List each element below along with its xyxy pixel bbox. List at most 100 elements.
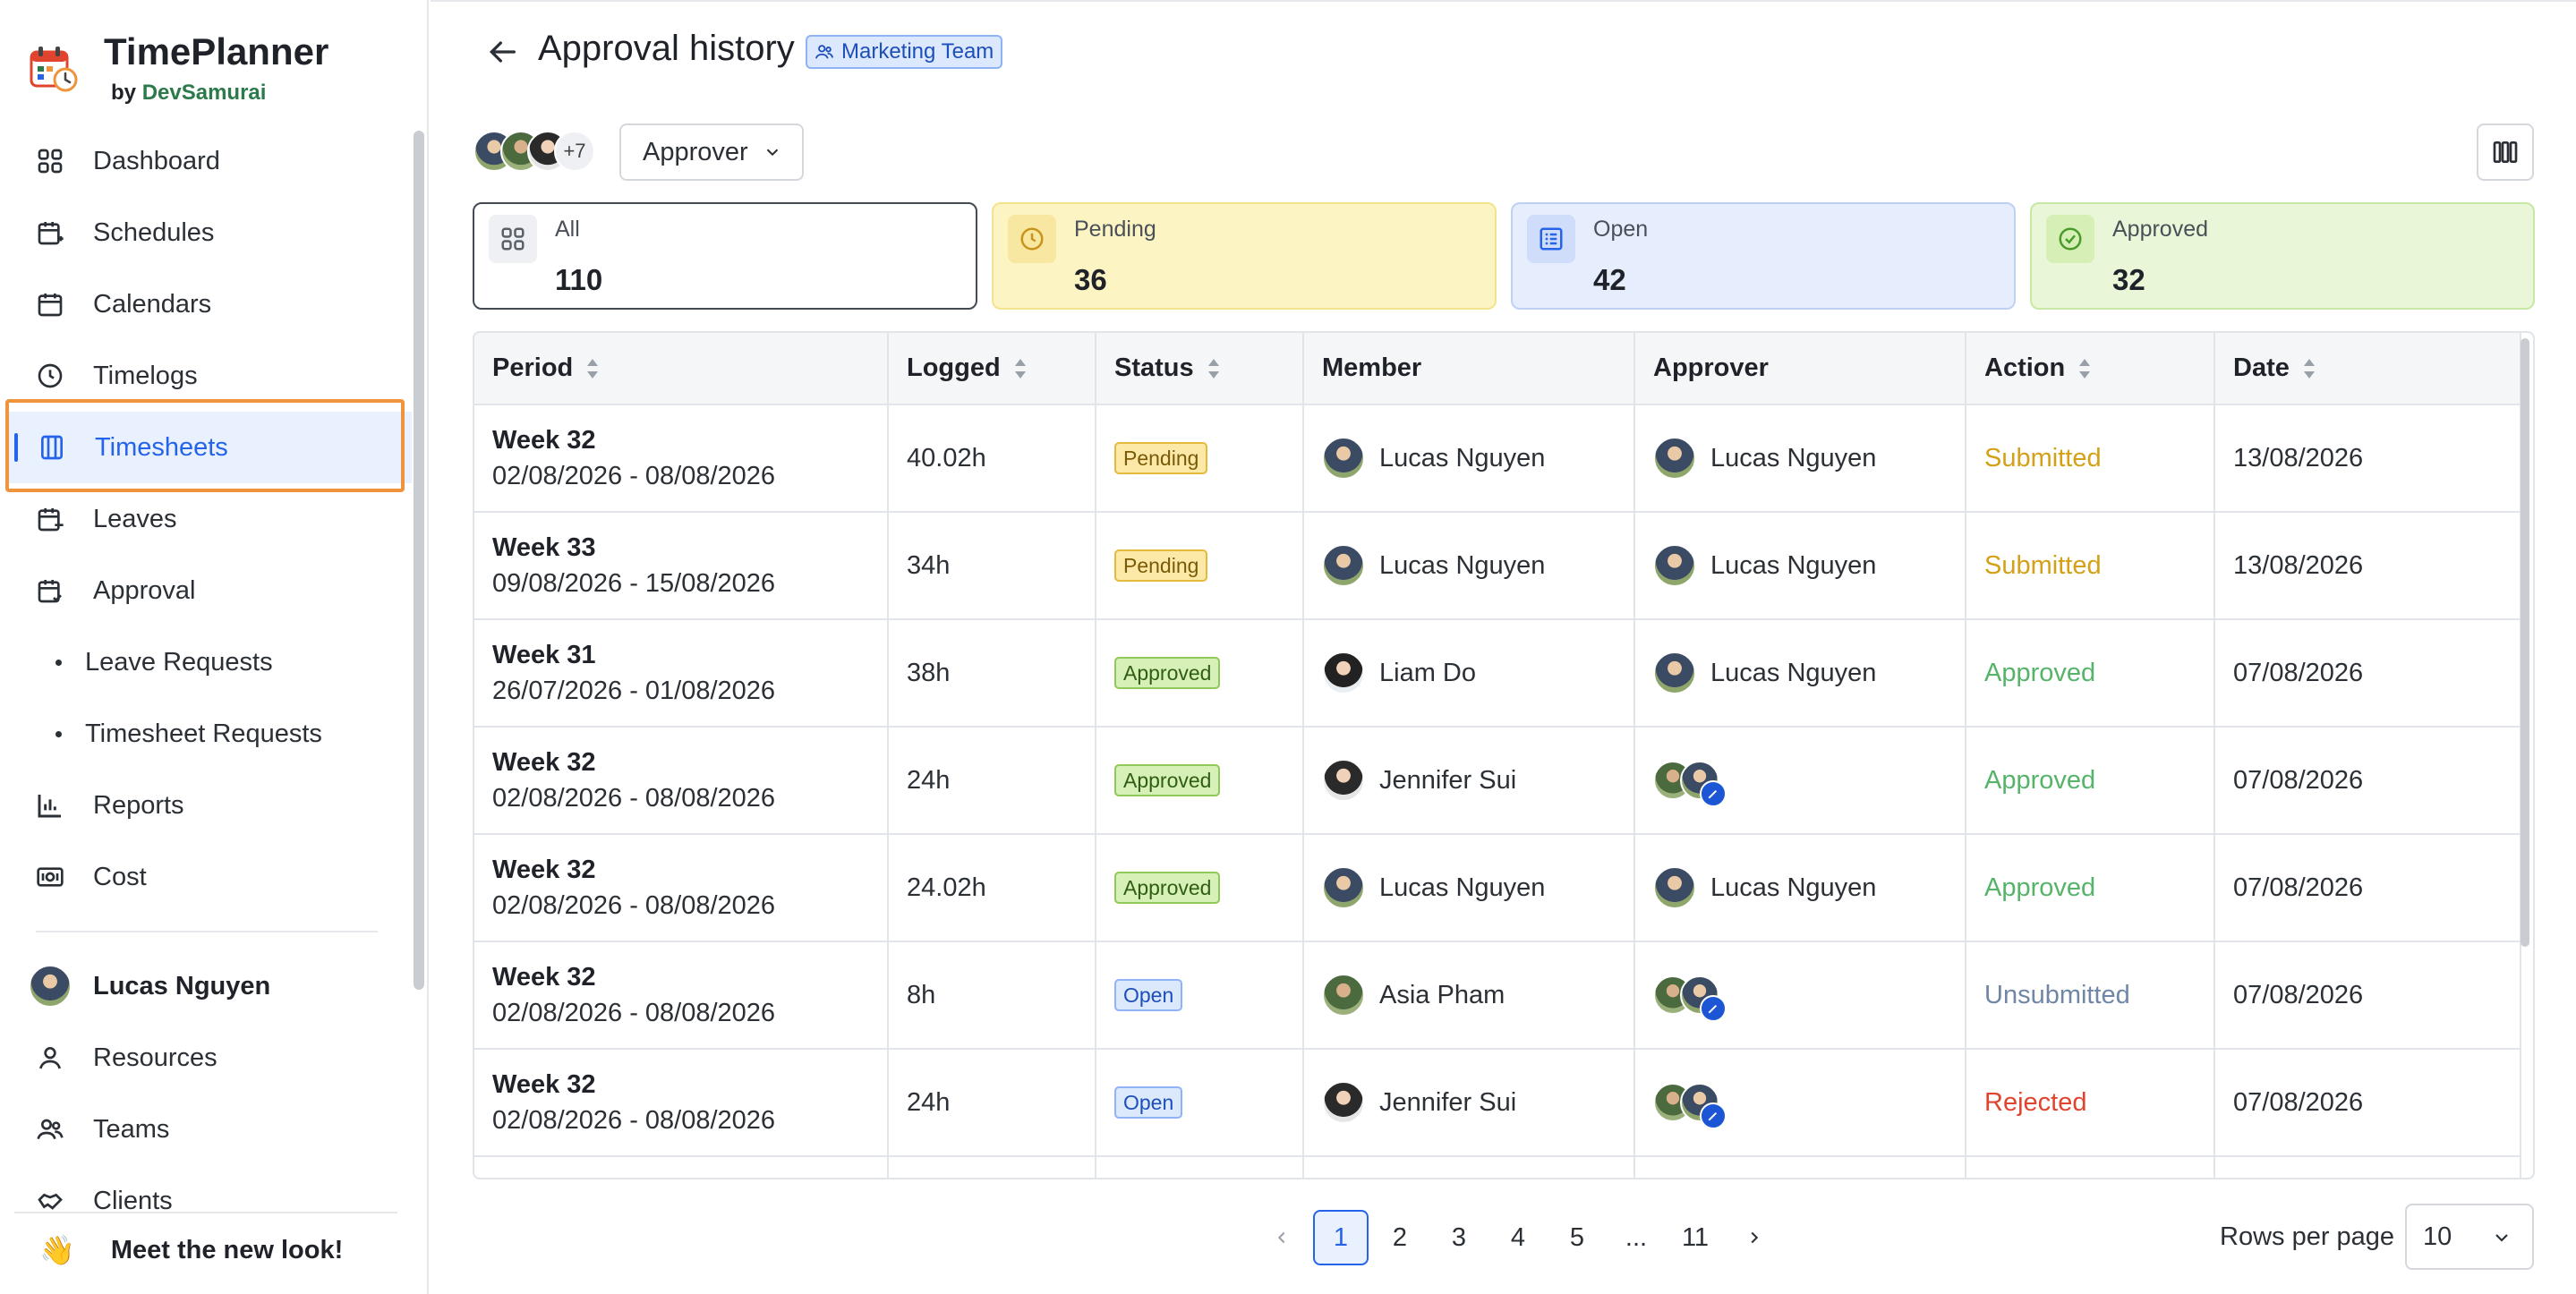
table-row[interactable]: Week 33 09/08/2026 - 15/08/2026 34h Pendi…: [474, 512, 2521, 620]
card-open[interactable]: Open 42: [1511, 202, 2016, 310]
sidebar-item-label: Approval: [93, 575, 196, 605]
column-header-status[interactable]: Status: [1096, 333, 1304, 405]
team-badge: Marketing Team: [806, 35, 1003, 69]
approver-filter-label: Approver: [643, 137, 748, 166]
chevron-right-icon: [1751, 1231, 1759, 1244]
logged-cell: 40.02h: [888, 404, 1096, 513]
card-approved[interactable]: Approved 32: [2030, 202, 2535, 310]
status-badge: Open: [1114, 1086, 1183, 1119]
status-cell: Approved: [1096, 619, 1304, 728]
new-look-banner[interactable]: 👋 Meet the new look!: [39, 1233, 343, 1267]
avatar: [1322, 974, 1365, 1017]
rows-per-page-select[interactable]: 10: [2405, 1204, 2534, 1270]
bullet-icon: [55, 659, 62, 666]
sidebar: TimePlanner by DevSamurai Dashboard Sche…: [0, 0, 429, 1294]
sidebar-item-teams[interactable]: Teams: [0, 1094, 421, 1165]
leave-icon: [34, 503, 66, 535]
next-page-button[interactable]: [1727, 1210, 1782, 1265]
sidebar-item-label: Dashboard: [93, 146, 220, 175]
period-cell: Week 32 02/08/2026 - 08/08/2026: [474, 834, 889, 942]
sidebar-item-label: Cost: [93, 862, 147, 891]
sidebar-item-resources[interactable]: Resources: [0, 1022, 421, 1094]
member-cell: Lucas Nguyen: [1303, 834, 1635, 942]
sidebar-item-cost[interactable]: Cost: [0, 841, 421, 913]
period-cell: Week 32 02/08/2026 - 08/08/2026: [474, 404, 889, 513]
status-summary-cards: All 110 Pending 36 Open 42 Approved 32: [473, 202, 2535, 310]
rows-per-page-label: Rows per page: [2220, 1222, 2395, 1251]
approver-avatars: [1653, 755, 1734, 807]
status-badge: Open: [1114, 979, 1183, 1011]
approver-filter-dropdown[interactable]: Approver: [619, 123, 804, 181]
sort-icon: [2303, 359, 2315, 379]
sidebar-user[interactable]: Lucas Nguyen: [0, 950, 421, 1022]
column-header-logged[interactable]: Logged: [888, 333, 1096, 405]
page-2-button[interactable]: 2: [1372, 1210, 1428, 1265]
sidebar-item-approval[interactable]: Approval: [0, 555, 421, 626]
card-all[interactable]: All 110: [473, 202, 977, 310]
action-cell: Approved: [1966, 727, 2215, 835]
sort-icon: [2079, 359, 2091, 379]
sidebar-item-timesheets[interactable]: Timesheets: [9, 412, 412, 483]
column-header-label: Approver: [1653, 353, 1769, 382]
sidebar-item-timesheet-requests[interactable]: Timesheet Requests: [0, 698, 421, 770]
sidebar-item-label: Leaves: [93, 504, 177, 533]
column-header-action[interactable]: Action: [1966, 333, 2215, 405]
logged-cell: 34h: [888, 512, 1096, 620]
sidebar-user-nav: Lucas Nguyen Resources Teams Clients: [0, 950, 421, 1237]
team-icon: [815, 45, 834, 59]
sidebar-item-dashboard[interactable]: Dashboard: [0, 125, 421, 197]
timesheet-icon: [36, 431, 68, 464]
sidebar-item-label: Leave Requests: [85, 647, 273, 677]
new-look-text: Meet the new look!: [110, 1235, 344, 1264]
sidebar-item-timelogs[interactable]: Timelogs: [0, 340, 421, 412]
sidebar-item-leave-requests[interactable]: Leave Requests: [0, 626, 421, 698]
logged-cell: 24h: [888, 1049, 1096, 1157]
approver-cell: [1634, 727, 1966, 835]
week-label: Week 32: [492, 856, 596, 884]
action-cell: [1966, 1156, 2215, 1178]
table-row[interactable]: Week 31 26/07/2026 - 01/08/2026 38h Appro…: [474, 619, 2521, 728]
column-settings-button[interactable]: [2477, 123, 2534, 181]
member-cell: Jennifer Sui: [1303, 727, 1635, 835]
date-cell: 13/08/2026: [2214, 512, 2521, 620]
table-row[interactable]: Week 32 02/08/2026 - 08/08/2026 24h Appro…: [474, 727, 2521, 835]
user-name: Lucas Nguyen: [93, 971, 271, 1000]
column-header-label: Status: [1114, 353, 1194, 382]
page-3-button[interactable]: 3: [1431, 1210, 1487, 1265]
page-11-button[interactable]: 11: [1668, 1210, 1723, 1265]
status-cell: Open: [1096, 1049, 1304, 1157]
sidebar-item-clients[interactable]: Clients: [0, 1165, 421, 1237]
card-label: All: [555, 217, 580, 242]
table-row[interactable]: Week 32 02/08/2026 - 08/08/2026 8h Open A…: [474, 941, 2521, 1050]
page-1-button[interactable]: 1: [1313, 1210, 1369, 1265]
avatar: [29, 965, 72, 1008]
page-4-button[interactable]: 4: [1490, 1210, 1546, 1265]
calendar-icon: [34, 288, 66, 320]
table-row[interactable]: Week 32 02/08/2026 - 08/08/2026 24h Open …: [474, 1049, 2521, 1157]
member-cell: Lucas Nguyen: [1303, 404, 1635, 513]
sidebar-scrollbar[interactable]: [414, 131, 424, 990]
page-5-button[interactable]: 5: [1549, 1210, 1605, 1265]
column-header-label: Member: [1322, 353, 1422, 382]
column-header-date[interactable]: Date: [2214, 333, 2521, 405]
status-cell: Approved: [1096, 834, 1304, 942]
card-pending[interactable]: Pending 36: [992, 202, 1497, 310]
status-badge: Pending: [1114, 549, 1208, 582]
table-row[interactable]: [474, 1156, 2521, 1178]
back-arrow-icon[interactable]: [484, 34, 520, 70]
sidebar-item-leaves[interactable]: Leaves: [0, 483, 421, 555]
table-scrollbar[interactable]: [2521, 338, 2529, 947]
week-range: 02/08/2026 - 08/08/2026: [492, 891, 776, 920]
sidebar-item-calendars[interactable]: Calendars: [0, 268, 421, 340]
sidebar-item-schedules[interactable]: Schedules: [0, 197, 421, 268]
table-header-row: Period Logged Status Member Approver Act…: [474, 333, 2521, 405]
sidebar-item-reports[interactable]: Reports: [0, 770, 421, 841]
prev-page-button[interactable]: [1254, 1210, 1309, 1265]
column-header-period[interactable]: Period: [474, 333, 889, 405]
approver-cell: Lucas Nguyen: [1634, 834, 1966, 942]
member-avatars[interactable]: +7: [473, 131, 595, 172]
table-row[interactable]: Week 32 02/08/2026 - 08/08/2026 40.02h Pe…: [474, 404, 2521, 513]
logged-cell: [888, 1156, 1096, 1178]
avatar: [1322, 759, 1365, 802]
table-row[interactable]: Week 32 02/08/2026 - 08/08/2026 24.02h Ap…: [474, 834, 2521, 942]
